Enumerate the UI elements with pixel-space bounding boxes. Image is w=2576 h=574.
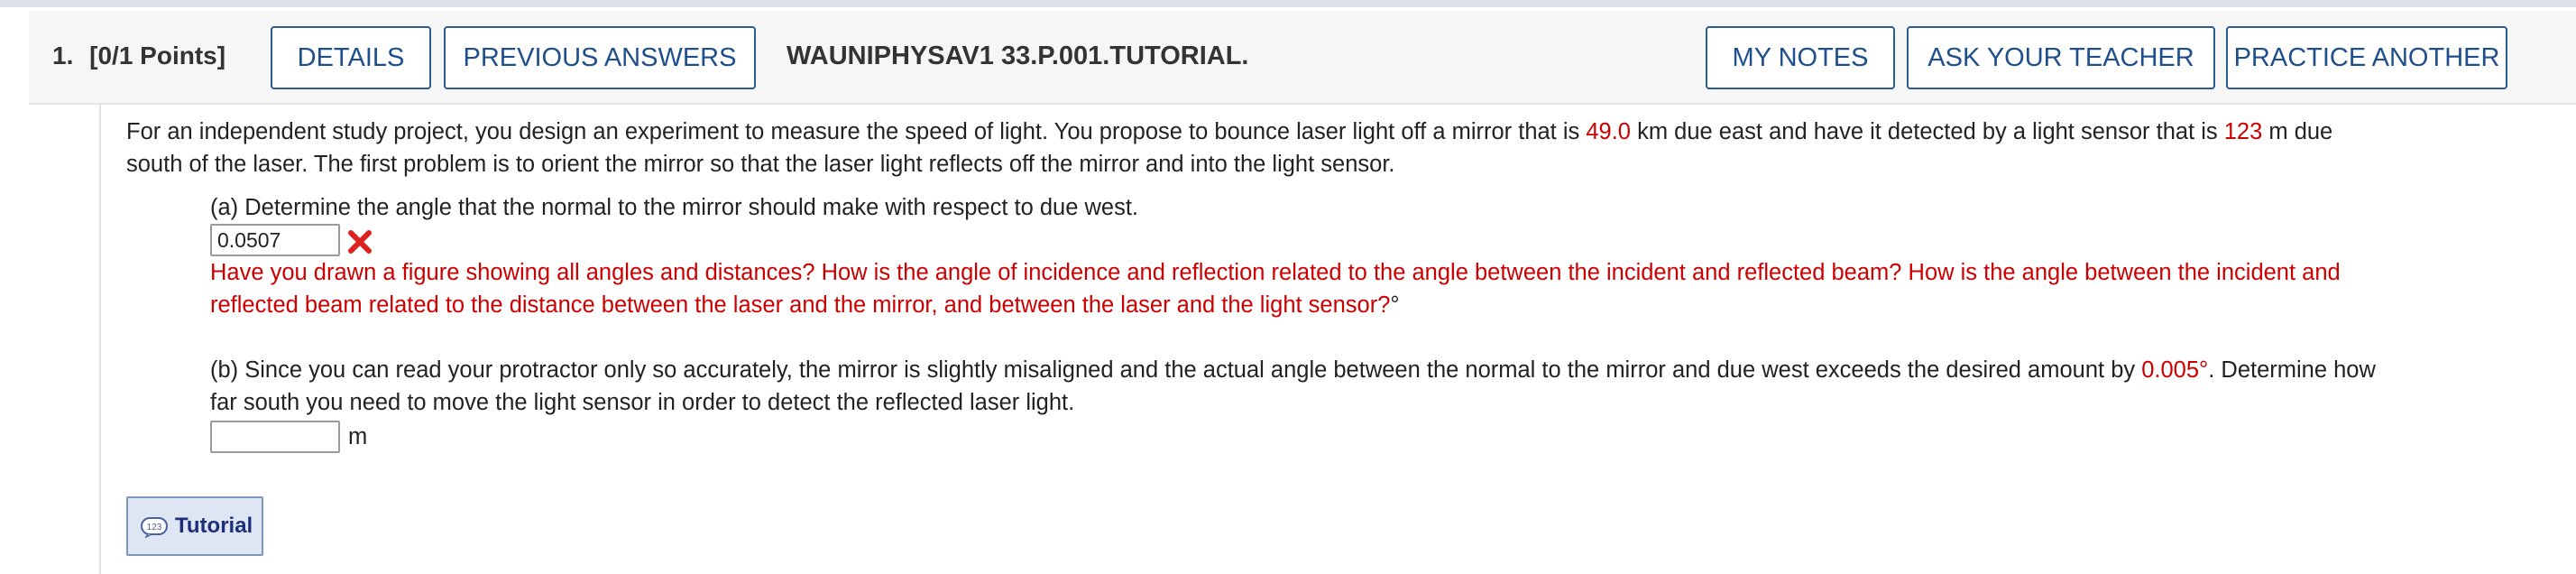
sensor-distance-value: 123 xyxy=(2223,119,2263,144)
tutorial-label: Tutorial xyxy=(175,514,253,538)
points-label: [0/1 Points] xyxy=(89,42,226,69)
part-b-answer-input[interactable] xyxy=(210,421,340,453)
ask-your-teacher-button[interactable]: ASK YOUR TEACHER xyxy=(1907,26,2215,89)
tutorial-button[interactable]: 123 Tutorial xyxy=(126,496,263,556)
part-a-answer-input[interactable]: 0.0507 xyxy=(210,224,340,256)
practice-another-button[interactable]: PRACTICE ANOTHER xyxy=(2226,26,2507,89)
part-b-unit: m xyxy=(348,424,368,449)
svg-text:123: 123 xyxy=(147,523,162,532)
my-notes-button[interactable]: MY NOTES xyxy=(1706,26,1895,89)
part-a-unit: ° xyxy=(1390,292,1400,318)
problem-text-3: m due xyxy=(2262,119,2333,144)
part-b-text-line2: far south you need to move the light sen… xyxy=(210,390,1075,415)
problem-text-line2: south of the laser. The first problem is… xyxy=(126,152,1395,177)
mirror-distance-value: 49.0 xyxy=(1586,119,1631,144)
part-b-text-2: . Determine how xyxy=(2208,357,2376,383)
assignment-code: WAUNIPHYSAV1 33.P.001.TUTORIAL. xyxy=(787,42,1249,70)
problem-text-1: For an independent study project, you de… xyxy=(126,119,1587,144)
details-button[interactable]: DETAILS xyxy=(271,26,431,89)
problem-statement: For an independent study project, you de… xyxy=(126,116,2562,181)
excess-angle-value: 0.005° xyxy=(2141,357,2209,383)
incorrect-x-icon xyxy=(348,230,372,254)
part-a-feedback: Have you drawn a figure showing all angl… xyxy=(210,256,2555,321)
feedback-line-1: Have you drawn a figure showing all angl… xyxy=(210,260,2341,285)
question-header: 1. [0/1 Points] DETAILS PREVIOUS ANSWERS… xyxy=(29,11,2576,105)
problem-text-2: km due east and have it detected by a li… xyxy=(1631,119,2224,144)
question-number: 1. xyxy=(52,42,74,69)
part-b-text-1: (b) Since you can read your protractor o… xyxy=(210,357,2142,383)
part-b-question: (b) Since you can read your protractor o… xyxy=(210,354,2576,419)
previous-answers-button[interactable]: PREVIOUS ANSWERS xyxy=(444,26,756,89)
part-a-question: (a) Determine the angle that the normal … xyxy=(210,195,1138,220)
question-number-label: 1. [0/1 Points] xyxy=(52,42,225,70)
question-body: For an independent study project, you de… xyxy=(99,105,2576,574)
feedback-line-2: reflected beam related to the distance b… xyxy=(210,292,1391,318)
calculator-123-icon: 123 xyxy=(141,517,168,538)
top-strip xyxy=(0,0,2576,7)
